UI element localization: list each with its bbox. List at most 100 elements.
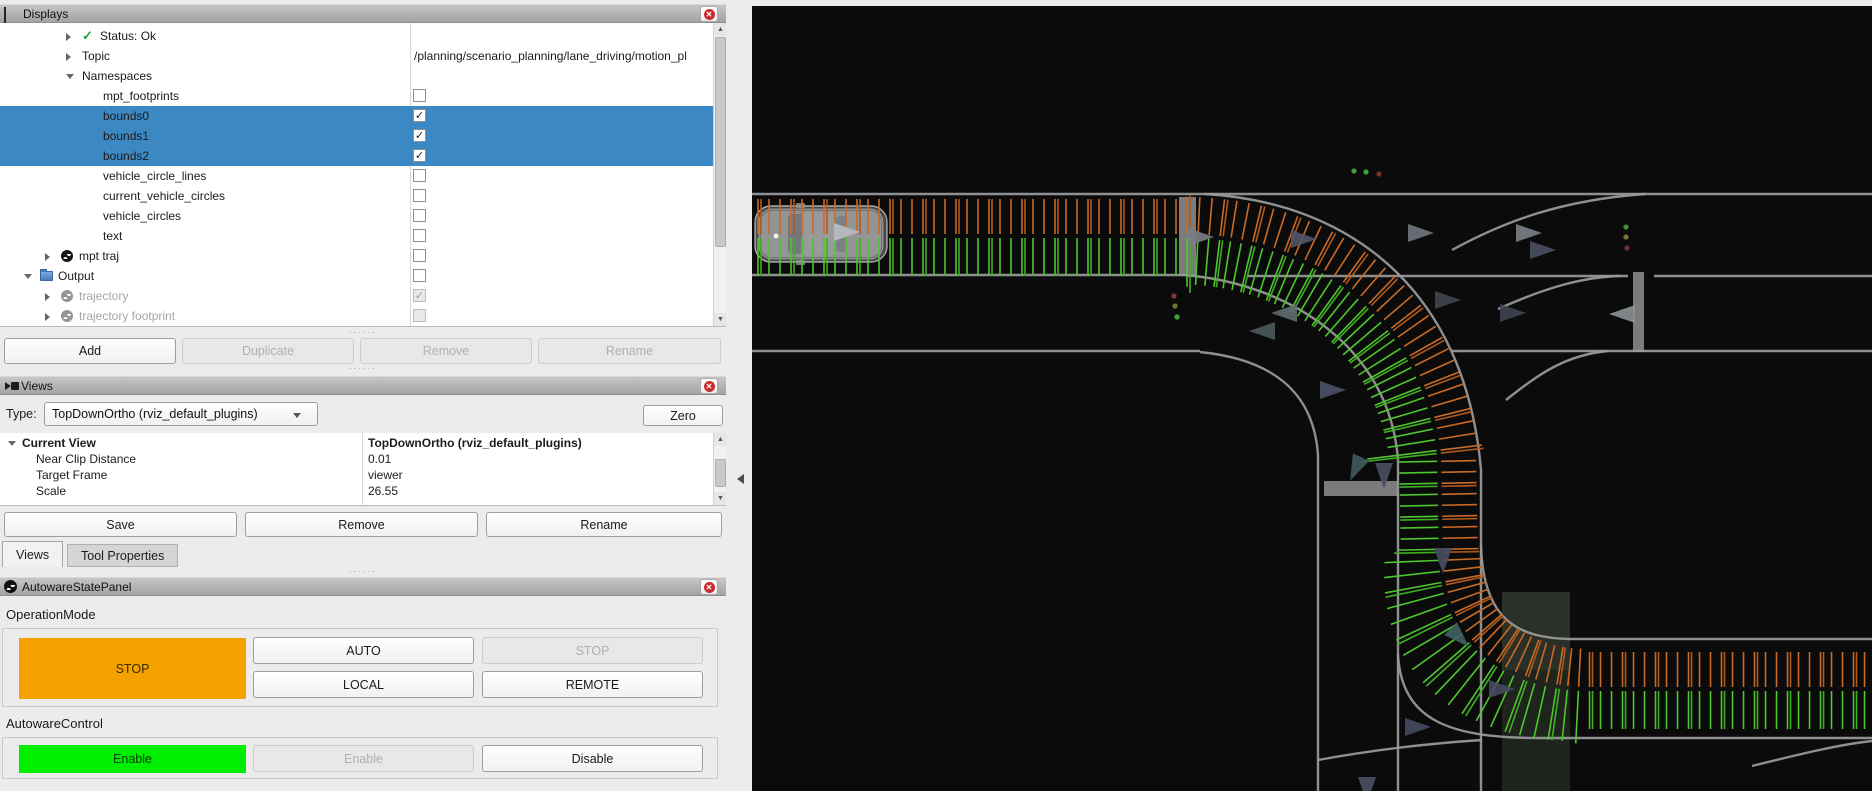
autoware-panel-header[interactable]: AutowareStatePanel ✕ <box>0 577 726 596</box>
visibility-checkbox[interactable] <box>413 249 426 262</box>
visibility-checkbox[interactable]: ✓ <box>413 129 426 142</box>
splitter-handle[interactable]: ······ <box>0 366 726 372</box>
trajectory-right-bound-tick <box>1394 552 1439 553</box>
tree-row-trajectory[interactable]: trajectory✓ <box>0 286 710 306</box>
views-tree-scrollbar[interactable]: ▲ ▼ <box>713 433 726 505</box>
view-prop-value[interactable]: 26.55 <box>368 483 708 499</box>
visibility-checkbox[interactable]: ✓ <box>413 109 426 122</box>
scroll-down-icon[interactable]: ▼ <box>714 313 726 326</box>
tree-row-output[interactable]: Output <box>0 266 710 286</box>
scrollbar-thumb[interactable] <box>715 37 726 247</box>
view-prop-value[interactable]: 0.01 <box>368 451 708 467</box>
local-button[interactable]: LOCAL <box>253 671 474 698</box>
splitter-handle[interactable]: ······ <box>0 330 726 336</box>
collapsed-arrow-icon[interactable] <box>66 53 71 61</box>
trajectory-right-bound-tick <box>1400 505 1438 506</box>
collapsed-arrow-icon[interactable] <box>45 293 50 301</box>
tree-row-status-ok[interactable]: ✓Status: Ok <box>0 26 710 46</box>
tree-row-bounds1[interactable]: bounds1✓ <box>0 126 713 146</box>
visibility-checkbox[interactable] <box>413 309 426 322</box>
tree-row-text[interactable]: text <box>0 226 710 246</box>
autoware-close-button[interactable]: ✕ <box>700 579 718 595</box>
tree-row-label: Topic <box>82 46 110 66</box>
views-close-button[interactable]: ✕ <box>700 378 718 394</box>
tree-row-trajectory-footprint[interactable]: trajectory footprint <box>0 306 710 326</box>
tree-row-label: vehicle_circles <box>103 206 181 226</box>
view-type-combobox[interactable]: TopDownOrtho (rviz_default_plugins) <box>44 402 318 426</box>
displays-tree-scrollbar[interactable]: ▲ ▼ <box>713 23 726 326</box>
tree-row-current-vehicle-circles[interactable]: current_vehicle_circles <box>0 186 710 206</box>
remove-button[interactable]: Remove <box>360 338 532 364</box>
tree-row-bounds0[interactable]: bounds0✓ <box>0 106 713 126</box>
visibility-checkbox[interactable] <box>413 89 426 102</box>
view-prop-row-scale[interactable]: Scale26.55 <box>0 483 710 499</box>
ego-position-marker <box>774 234 779 239</box>
panel-collapse-arrow-icon[interactable] <box>737 474 744 484</box>
tab-views[interactable]: Views <box>2 541 63 567</box>
remove-button[interactable]: Remove <box>245 512 478 537</box>
scrollbar-thumb[interactable] <box>715 459 726 487</box>
views-panel-header[interactable]: Views ✕ <box>0 376 726 395</box>
zero-button[interactable]: Zero <box>643 405 723 426</box>
tree-row-topic[interactable]: Topic/planning/scenario_planning/lane_dr… <box>0 46 710 66</box>
scroll-up-icon[interactable]: ▲ <box>714 23 726 36</box>
view-prop-value[interactable]: viewer <box>368 467 708 483</box>
auto-button[interactable]: AUTO <box>253 637 474 664</box>
tree-row-vehicle-circles[interactable]: vehicle_circles <box>0 206 710 226</box>
splitter-handle[interactable]: ······ <box>0 569 726 575</box>
tree-row-mpt-footprints[interactable]: mpt_footprints <box>0 86 710 106</box>
visibility-checkbox[interactable] <box>413 169 426 182</box>
displays-close-button[interactable]: ✕ <box>700 6 718 22</box>
operation-mode-stop-indicator[interactable]: STOP <box>19 638 246 699</box>
expanded-arrow-icon[interactable] <box>8 441 16 446</box>
view-prop-row-near-clip-distance[interactable]: Near Clip Distance0.01 <box>0 451 710 467</box>
autoware-display-icon <box>61 310 73 322</box>
tree-row-label: Output <box>58 266 94 286</box>
tree-row-namespaces[interactable]: Namespaces <box>0 66 710 86</box>
visibility-checkbox[interactable] <box>413 269 426 282</box>
displays-tree[interactable]: ✓Status: OkTopic/planning/scenario_plann… <box>0 23 726 327</box>
visibility-checkbox[interactable] <box>413 209 426 222</box>
tree-row-bounds2[interactable]: bounds2 ✓ <box>0 146 713 166</box>
rename-button[interactable]: Rename <box>486 512 722 537</box>
save-button[interactable]: Save <box>4 512 237 537</box>
tree-row-vehicle-circle-lines[interactable]: vehicle_circle_lines <box>0 166 710 186</box>
stop-button[interactable]: STOP <box>482 637 703 664</box>
trajectory-right-bound-tick <box>1400 519 1438 520</box>
collapsed-arrow-icon[interactable] <box>45 313 50 321</box>
collapsed-arrow-icon[interactable] <box>66 33 71 41</box>
trajectory-left-bound-tick <box>1442 527 1477 528</box>
viewport-background <box>752 6 1872 791</box>
view-prop-value[interactable]: TopDownOrtho (rviz_default_plugins) <box>368 435 708 451</box>
expanded-arrow-icon[interactable] <box>24 274 32 279</box>
visibility-checkbox[interactable]: ✓ <box>413 149 426 162</box>
expanded-arrow-icon[interactable] <box>66 74 74 79</box>
remote-button[interactable]: REMOTE <box>482 671 703 698</box>
3d-viewport[interactable] <box>752 6 1872 791</box>
visibility-checkbox[interactable] <box>413 229 426 242</box>
trajectory-left-bound-tick <box>1442 505 1477 506</box>
displays-panel-header[interactable]: Displays ✕ <box>0 4 726 23</box>
tab-tool-properties[interactable]: Tool Properties <box>67 544 178 567</box>
collapsed-arrow-icon[interactable] <box>45 253 50 261</box>
traffic-light-dot <box>1351 168 1356 173</box>
views-tree[interactable]: Current ViewTopDownOrtho (rviz_default_p… <box>0 433 726 506</box>
tree-row-mpt-traj[interactable]: mpt traj <box>0 246 710 266</box>
scroll-up-icon[interactable]: ▲ <box>714 433 726 446</box>
visibility-checkbox[interactable] <box>413 189 426 202</box>
rename-button[interactable]: Rename <box>538 338 721 364</box>
tree-row-label: bounds2 <box>103 146 149 166</box>
views-panel-title: Views <box>21 379 53 393</box>
panel-tabbar: ViewsTool Properties <box>0 541 726 568</box>
traffic-light-dot <box>1363 169 1368 174</box>
view-prop-row-current-view[interactable]: Current ViewTopDownOrtho (rviz_default_p… <box>0 435 710 451</box>
view-prop-row-target-frame[interactable]: Target Frameviewer <box>0 467 710 483</box>
tree-row-value[interactable]: /planning/scenario_planning/lane_driving… <box>414 46 708 66</box>
disable-button[interactable]: Disable <box>482 745 703 772</box>
enable-button[interactable]: Enable <box>253 745 474 772</box>
scroll-down-icon[interactable]: ▼ <box>714 492 726 505</box>
add-button[interactable]: Add <box>4 338 176 364</box>
duplicate-button[interactable]: Duplicate <box>182 338 354 364</box>
control-enable-indicator[interactable]: Enable <box>19 745 246 773</box>
visibility-checkbox[interactable]: ✓ <box>413 289 426 302</box>
